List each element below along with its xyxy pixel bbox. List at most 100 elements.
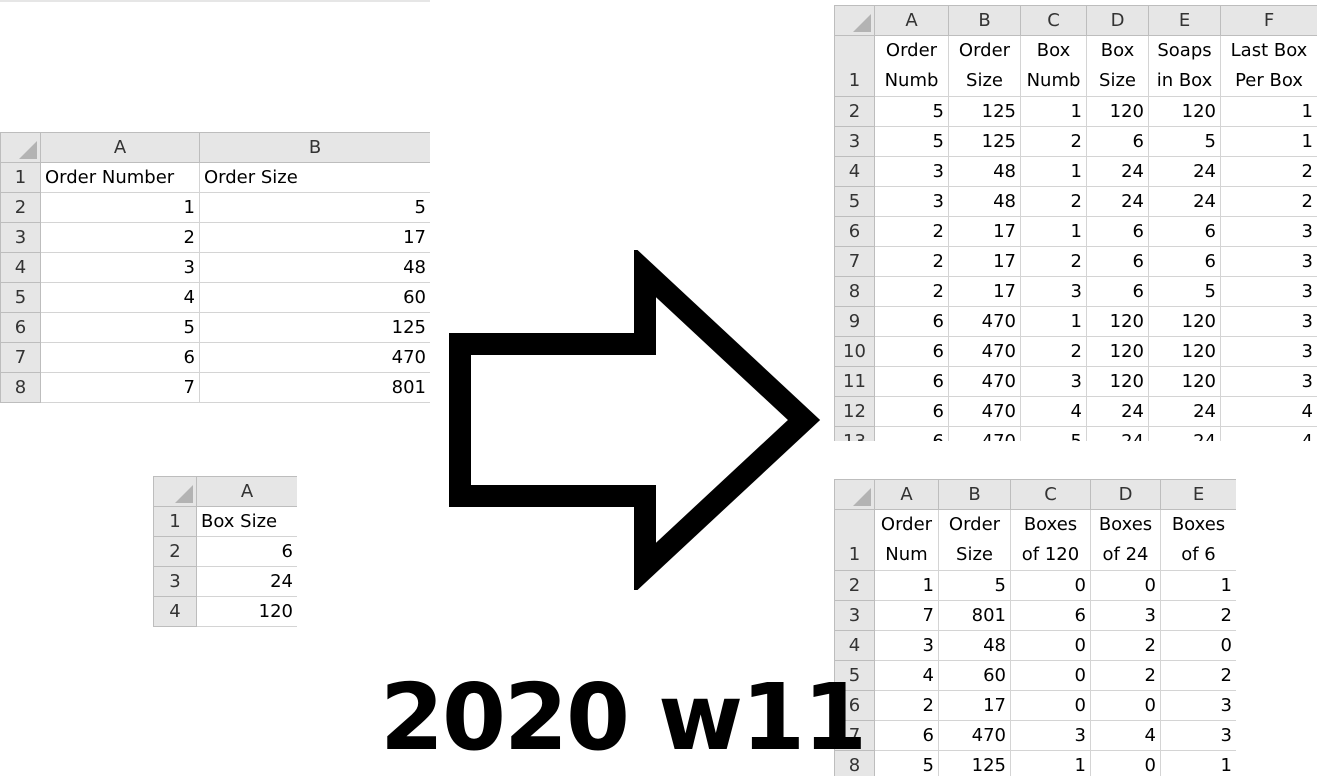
data-cell[interactable]: 3	[1020, 366, 1087, 397]
header-cell[interactable]: Soaps in Box	[1148, 35, 1221, 97]
data-cell[interactable]: 1	[874, 570, 939, 601]
data-cell[interactable]: 3	[1160, 690, 1236, 721]
data-cell[interactable]: 1	[1020, 306, 1087, 337]
data-cell[interactable]: 5	[938, 570, 1011, 601]
data-cell[interactable]: 1	[1010, 750, 1091, 776]
data-cell[interactable]: 17	[199, 222, 430, 253]
header-cell[interactable]: Boxes of 24	[1090, 509, 1161, 571]
data-cell[interactable]: 17	[948, 276, 1021, 307]
data-cell[interactable]: 120	[1086, 366, 1149, 397]
data-cell[interactable]: 17	[948, 216, 1021, 247]
row-header[interactable]: 6	[0, 312, 41, 343]
data-cell[interactable]: 2	[1220, 156, 1317, 187]
column-header-e[interactable]: E	[1148, 5, 1221, 36]
data-cell[interactable]: 0	[1010, 660, 1091, 691]
data-cell[interactable]: 0	[1090, 750, 1161, 776]
data-cell[interactable]: 24	[196, 566, 297, 597]
data-cell[interactable]: 3	[874, 630, 939, 661]
select-all-corner[interactable]	[0, 132, 41, 163]
row-header[interactable]: 4	[834, 630, 875, 661]
data-cell[interactable]: 470	[948, 366, 1021, 397]
column-header-e[interactable]: E	[1160, 479, 1236, 510]
data-cell[interactable]: 7	[874, 600, 939, 631]
data-cell[interactable]: 120	[1148, 336, 1221, 367]
data-cell[interactable]: 24	[1148, 426, 1221, 441]
column-header-a[interactable]: A	[874, 479, 939, 510]
data-cell[interactable]: 7	[40, 372, 200, 403]
column-header-f[interactable]: F	[1220, 5, 1317, 36]
data-cell[interactable]: 0	[1010, 690, 1091, 721]
row-header[interactable]: 7	[834, 246, 875, 277]
row-header[interactable]: 9	[834, 306, 875, 337]
data-cell[interactable]: 0	[1160, 630, 1236, 661]
column-header-b[interactable]: B	[948, 5, 1021, 36]
data-cell[interactable]: 4	[874, 660, 939, 691]
data-cell[interactable]: 801	[938, 600, 1011, 631]
data-cell[interactable]: 3	[874, 186, 949, 217]
data-cell[interactable]: 6	[874, 306, 949, 337]
data-cell[interactable]: 120	[1148, 306, 1221, 337]
data-cell[interactable]: 2	[1020, 126, 1087, 157]
data-cell[interactable]: 6	[874, 426, 949, 441]
data-cell[interactable]: 2	[1160, 660, 1236, 691]
data-cell[interactable]: 4	[1090, 720, 1161, 751]
row-header[interactable]: 1	[153, 506, 197, 537]
data-cell[interactable]: 5	[199, 192, 430, 223]
data-cell[interactable]: 6	[1086, 276, 1149, 307]
row-header[interactable]: 1	[834, 35, 875, 97]
row-header[interactable]: 3	[153, 566, 197, 597]
data-cell[interactable]: 470	[938, 720, 1011, 751]
column-header-a[interactable]: A	[874, 5, 949, 36]
data-cell[interactable]: 470	[948, 306, 1021, 337]
row-header[interactable]: 3	[834, 126, 875, 157]
row-header[interactable]: 3	[0, 222, 41, 253]
header-cell[interactable]: Order Numb	[874, 35, 949, 97]
data-cell[interactable]: 5	[1148, 126, 1221, 157]
data-cell[interactable]: 0	[1090, 570, 1161, 601]
data-cell[interactable]: 3	[40, 252, 200, 283]
data-cell[interactable]: 1	[40, 192, 200, 223]
data-cell[interactable]: 0	[1090, 690, 1161, 721]
data-cell[interactable]: 3	[1160, 720, 1236, 751]
data-cell[interactable]: 2	[874, 246, 949, 277]
row-header[interactable]: 2	[834, 96, 875, 127]
data-cell[interactable]: 120	[196, 596, 297, 627]
data-cell[interactable]: 6	[1086, 246, 1149, 277]
data-cell[interactable]: 17	[938, 690, 1011, 721]
data-cell[interactable]: 5	[874, 750, 939, 776]
data-cell[interactable]: 120	[1148, 366, 1221, 397]
data-cell[interactable]: 2	[1020, 186, 1087, 217]
header-cell[interactable]: Order Number	[40, 162, 200, 193]
data-cell[interactable]: 6	[874, 366, 949, 397]
header-cell[interactable]: Last Box Per Box	[1220, 35, 1317, 97]
data-cell[interactable]: 6	[874, 396, 949, 427]
data-cell[interactable]: 6	[1148, 246, 1221, 277]
data-cell[interactable]: 470	[948, 336, 1021, 367]
data-cell[interactable]: 24	[1086, 186, 1149, 217]
data-cell[interactable]: 125	[948, 126, 1021, 157]
row-header[interactable]: 4	[0, 252, 41, 283]
row-header[interactable]: 2	[834, 570, 875, 601]
data-cell[interactable]: 5	[874, 96, 949, 127]
row-header[interactable]: 1	[0, 162, 41, 193]
data-cell[interactable]: 2	[874, 216, 949, 247]
row-header[interactable]: 2	[0, 192, 41, 223]
data-cell[interactable]: 120	[1148, 96, 1221, 127]
data-cell[interactable]: 1	[1020, 216, 1087, 247]
data-cell[interactable]: 3	[1220, 366, 1317, 397]
data-cell[interactable]: 3	[1220, 306, 1317, 337]
data-cell[interactable]: 1	[1020, 156, 1087, 187]
column-header-a[interactable]: A	[196, 476, 297, 507]
column-header-c[interactable]: C	[1020, 5, 1087, 36]
column-header-d[interactable]: D	[1086, 5, 1149, 36]
row-header[interactable]: 8	[834, 276, 875, 307]
data-cell[interactable]: 125	[938, 750, 1011, 776]
data-cell[interactable]: 120	[1086, 336, 1149, 367]
data-cell[interactable]: 5	[874, 126, 949, 157]
data-cell[interactable]: 4	[1020, 396, 1087, 427]
data-cell[interactable]: 24	[1148, 396, 1221, 427]
column-header-a[interactable]: A	[40, 132, 200, 163]
data-cell[interactable]: 3	[874, 156, 949, 187]
header-cell[interactable]: Box Numb	[1020, 35, 1087, 97]
data-cell[interactable]: 2	[1020, 246, 1087, 277]
